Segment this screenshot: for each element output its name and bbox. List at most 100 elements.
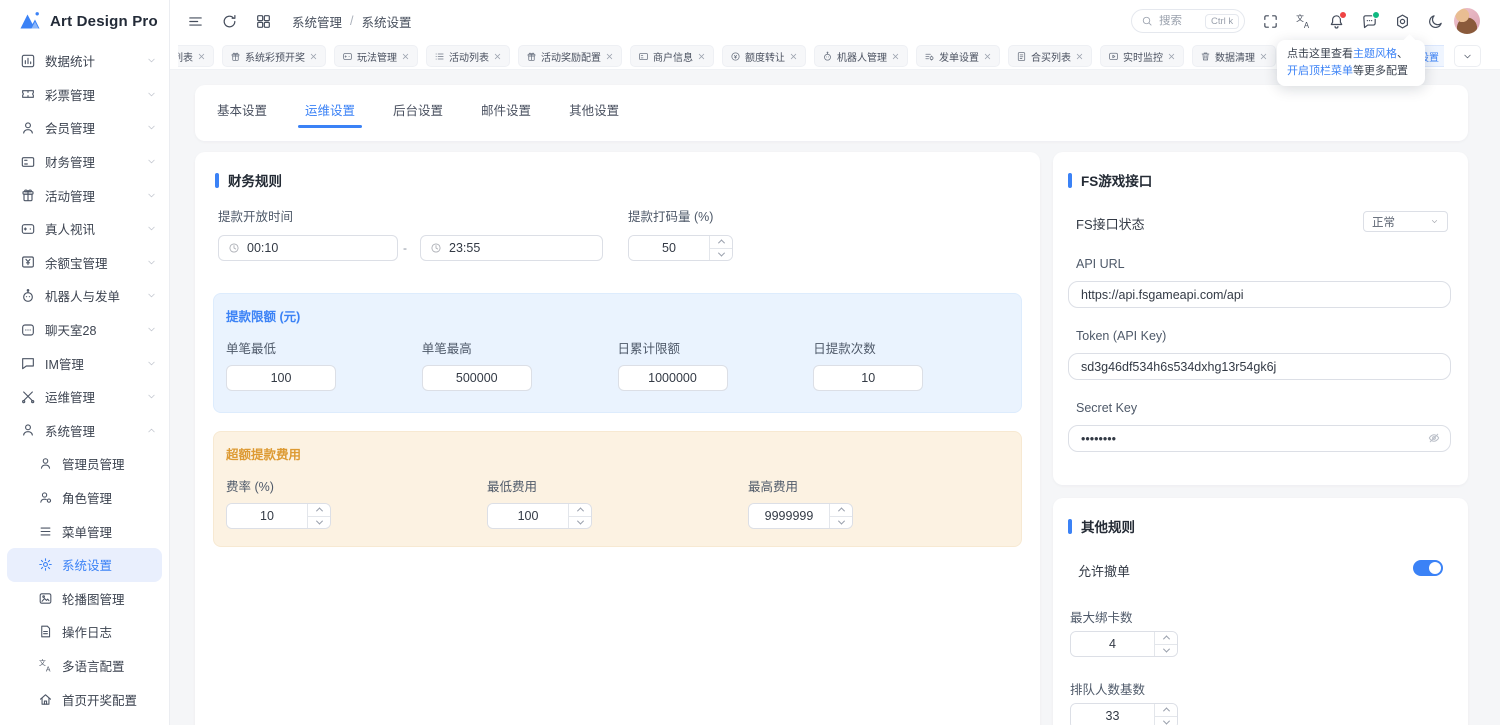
- sidebar-item[interactable]: 会员管理: [0, 111, 169, 145]
- header-action-button[interactable]: [1257, 8, 1283, 34]
- queue-base-input-field[interactable]: [1071, 704, 1154, 725]
- limit-input-field[interactable]: [813, 365, 923, 391]
- breadcrumb-parent[interactable]: 系统管理: [292, 12, 342, 31]
- max-cards-input-field[interactable]: [1071, 632, 1154, 656]
- close-icon[interactable]: [309, 52, 318, 61]
- page-tab[interactable]: 数据清理: [1192, 45, 1276, 67]
- withdraw-time-start-input[interactable]: [218, 235, 398, 261]
- sidebar-item[interactable]: 活动管理: [0, 178, 169, 212]
- sidebar-item[interactable]: 管理员管理: [0, 447, 169, 481]
- settings-tab[interactable]: 后台设置: [393, 100, 443, 119]
- fee-input-field[interactable]: [488, 504, 568, 528]
- secret-key-input[interactable]: [1068, 425, 1451, 452]
- spinner-down-button[interactable]: [308, 517, 330, 529]
- token-input[interactable]: [1068, 353, 1451, 380]
- spinner-down-button[interactable]: [569, 517, 591, 529]
- sidebar-item[interactable]: 操作日志: [0, 615, 169, 649]
- fs-status-select[interactable]: 正常: [1363, 211, 1448, 232]
- close-icon[interactable]: [891, 52, 900, 61]
- avatar[interactable]: [1454, 8, 1480, 34]
- spinner-down-button[interactable]: [1155, 645, 1177, 657]
- header-action-button[interactable]: [1389, 8, 1415, 34]
- page-tab[interactable]: 机器人管理: [814, 45, 908, 67]
- spinner-down-button[interactable]: [1155, 717, 1177, 725]
- sidebar-item[interactable]: 系统设置: [7, 548, 162, 582]
- sidebar-item[interactable]: IM管理: [0, 346, 169, 380]
- page-tab[interactable]: 活动奖励配置: [518, 45, 622, 67]
- limit-input-field[interactable]: [422, 365, 532, 391]
- api-url-input[interactable]: [1068, 281, 1451, 308]
- page-tab[interactable]: 活动列表: [426, 45, 510, 67]
- allow-cancel-toggle[interactable]: [1413, 560, 1443, 576]
- sidebar-item[interactable]: 数据统计: [0, 44, 169, 78]
- close-icon[interactable]: [493, 52, 502, 61]
- sidebar-item[interactable]: 余额宝管理: [0, 246, 169, 280]
- fee-input-field[interactable]: [749, 504, 829, 528]
- close-icon[interactable]: [697, 52, 706, 61]
- sidebar-item[interactable]: 财务管理: [0, 145, 169, 179]
- spinner-up-button[interactable]: [1155, 704, 1177, 717]
- spinner-up-button[interactable]: [569, 504, 591, 517]
- withdraw-time-end-input[interactable]: [420, 235, 603, 261]
- sidebar-item[interactable]: 系统管理: [0, 414, 169, 448]
- brand[interactable]: Art Design Pro: [0, 0, 169, 42]
- page-tab[interactable]: 发单设置: [916, 45, 1000, 67]
- close-icon[interactable]: [197, 52, 206, 61]
- spinner-down-button[interactable]: [830, 517, 852, 529]
- sidebar-item[interactable]: 多语言配置: [0, 649, 169, 683]
- fee-input-field[interactable]: [227, 504, 307, 528]
- page-tab[interactable]: 玩法管理: [334, 45, 418, 67]
- page-tab[interactable]: 合买列表: [1008, 45, 1092, 67]
- page-tab[interactable]: 实时监控: [1100, 45, 1184, 67]
- header-action-button[interactable]: [1290, 8, 1316, 34]
- page-tab[interactable]: 列表: [178, 45, 214, 67]
- header-action-button[interactable]: [182, 8, 208, 34]
- header-action-button[interactable]: [250, 8, 276, 34]
- close-icon[interactable]: [1167, 52, 1176, 61]
- close-icon[interactable]: [1075, 52, 1084, 61]
- settings-tab[interactable]: 邮件设置: [481, 100, 531, 119]
- time-input-field[interactable]: [247, 241, 388, 255]
- close-icon[interactable]: [789, 52, 798, 61]
- settings-tab[interactable]: 运维设置: [305, 100, 355, 119]
- breadcrumb-current[interactable]: 系统设置: [362, 12, 412, 31]
- limit-input-field[interactable]: [618, 365, 728, 391]
- header-action-button[interactable]: [216, 8, 242, 34]
- close-icon[interactable]: [1259, 52, 1268, 61]
- close-icon[interactable]: [605, 52, 614, 61]
- sidebar-item[interactable]: 彩票管理: [0, 78, 169, 112]
- sidebar-item[interactable]: 轮播图管理: [0, 582, 169, 616]
- header-action-button[interactable]: [1323, 8, 1349, 34]
- page-tab[interactable]: 额度转让: [722, 45, 806, 67]
- turnover-input-field[interactable]: [629, 236, 709, 260]
- sidebar-item[interactable]: 运维管理: [0, 380, 169, 414]
- settings-tab[interactable]: 基本设置: [217, 100, 267, 119]
- sidebar-item[interactable]: 真人视讯: [0, 212, 169, 246]
- header-action-button[interactable]: [1356, 8, 1382, 34]
- topbar-menu-link[interactable]: 开启顶栏菜单: [1287, 65, 1353, 77]
- spinner-up-button[interactable]: [710, 236, 732, 249]
- sidebar-item[interactable]: 角色管理: [0, 481, 169, 515]
- close-icon[interactable]: [1443, 52, 1444, 61]
- spinner-up-button[interactable]: [830, 504, 852, 517]
- header-action-button[interactable]: [1422, 8, 1448, 34]
- sidebar-item[interactable]: 菜单管理: [0, 514, 169, 548]
- spinner-up-button[interactable]: [308, 504, 330, 517]
- search-box[interactable]: Ctrl k: [1131, 9, 1245, 33]
- sidebar-item[interactable]: 首页开奖配置: [0, 682, 169, 716]
- theme-style-link[interactable]: 主题风格: [1353, 48, 1397, 60]
- page-tab[interactable]: 商户信息: [630, 45, 714, 67]
- close-icon[interactable]: [401, 52, 410, 61]
- limit-input-field[interactable]: [226, 365, 336, 391]
- sidebar-item[interactable]: 聊天室28: [0, 313, 169, 347]
- tabs-more-button[interactable]: [1454, 45, 1481, 67]
- spinner-up-button[interactable]: [1155, 632, 1177, 645]
- time-input-field[interactable]: [449, 241, 593, 255]
- eye-off-icon[interactable]: [1427, 431, 1441, 445]
- close-icon[interactable]: [983, 52, 992, 61]
- settings-tab[interactable]: 其他设置: [569, 100, 619, 119]
- search-input[interactable]: [1159, 15, 1199, 27]
- sidebar-item[interactable]: 机器人与发单: [0, 279, 169, 313]
- spinner-down-button[interactable]: [710, 249, 732, 261]
- page-tab[interactable]: 系统彩预开奖: [222, 45, 326, 67]
